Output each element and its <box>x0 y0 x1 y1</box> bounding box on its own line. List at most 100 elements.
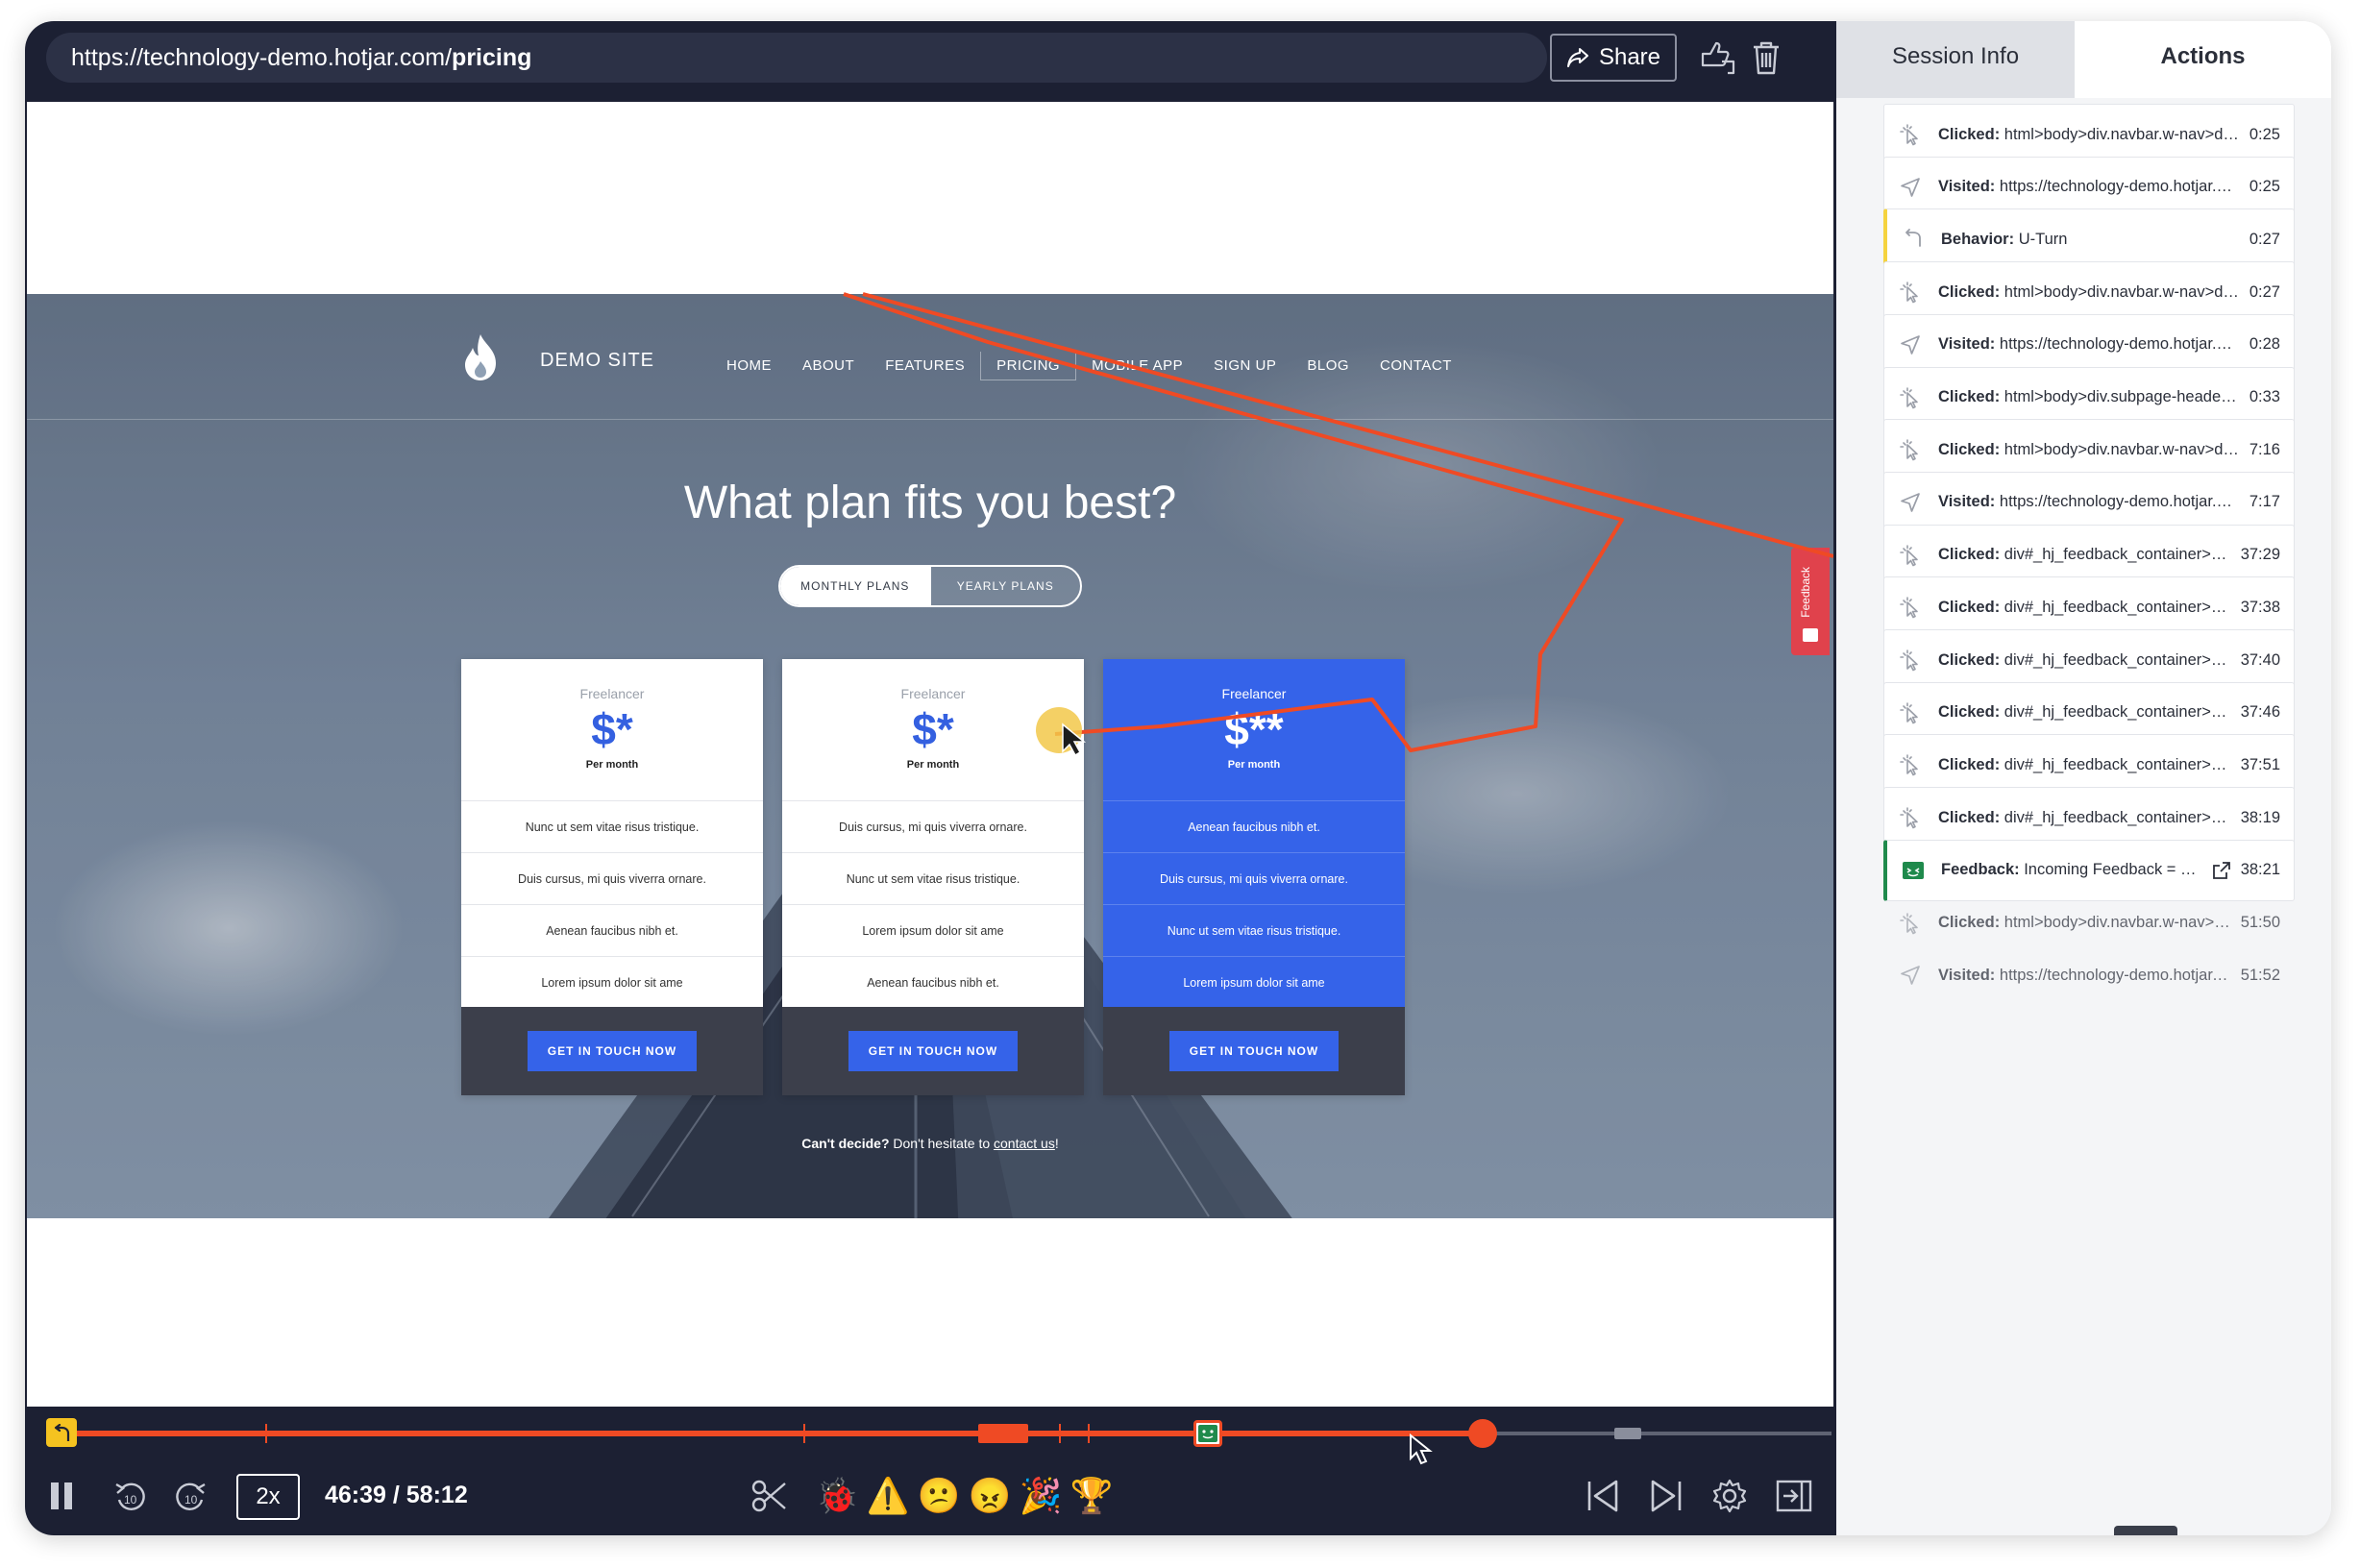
site-nav-item[interactable]: PRICING <box>980 352 1077 380</box>
action-detail: Incoming Feedback = Love <box>2024 861 2204 879</box>
action-text: Clicked: html>body>div.navbar.w-nav>div.… <box>1938 914 2231 932</box>
action-label: Visited: <box>1938 178 1996 196</box>
site-logo-text[interactable]: DEMO SITE <box>540 350 654 372</box>
action-label: Visited: <box>1938 335 1996 354</box>
collapse-panel-button[interactable] <box>1772 1472 1816 1520</box>
action-timestamp: 0:25 <box>2249 178 2280 196</box>
share-icon <box>1566 48 1588 67</box>
action-item-visit[interactable]: Visited: https://technology-demo.hotjar.… <box>1883 944 2295 1006</box>
action-timestamp: 38:19 <box>2240 808 2280 826</box>
card-header: Freelancer $* Per month <box>461 659 763 801</box>
party-popper-icon[interactable]: 🎉 <box>1019 1474 1063 1518</box>
action-label: Clicked: <box>1938 440 2001 458</box>
plan-feature: Duis cursus, mi quis viverra ornare. <box>461 853 763 905</box>
playback-controls: 10 10 2x 46:39 / 58:12 🐞 ⚠️ 😕 😠 🎉 🏆 <box>25 1462 1836 1535</box>
plan-feature: Nunc ut sem vitae risus tristique. <box>782 853 1084 905</box>
playback-timeline[interactable] <box>25 1414 1836 1465</box>
settings-button[interactable] <box>1709 1472 1751 1520</box>
tab-actions[interactable]: Actions <box>2075 21 2331 98</box>
recording-player: https://technology-demo.hotjar.com/prici… <box>25 21 1836 1535</box>
skip-next-icon <box>1651 1480 1682 1512</box>
action-text: Behavior: U-Turn <box>1941 231 2240 249</box>
next-session-button[interactable] <box>1645 1472 1687 1520</box>
contact-us-link[interactable]: contact us <box>994 1136 1055 1151</box>
get-in-touch-button[interactable]: GET IN TOUCH NOW <box>1169 1031 1339 1071</box>
action-detail: https://technology-demo.hotjar.co... <box>1999 178 2240 196</box>
trophy-icon[interactable]: 🏆 <box>1069 1474 1114 1518</box>
external-link-icon[interactable] <box>2212 861 2231 880</box>
click-icon <box>1898 543 1923 568</box>
bug-icon[interactable]: 🐞 <box>815 1474 859 1518</box>
site-nav-item[interactable]: CONTACT <box>1364 352 1467 380</box>
delete-button[interactable] <box>1745 37 1787 79</box>
action-detail: U-Turn <box>2018 230 2068 248</box>
feedback-widget-tab[interactable]: Feedback <box>1791 548 1830 655</box>
session-side-panel: Session Info Actions Clicked: html>body>… <box>1836 21 2331 1535</box>
time-readout: 46:39 / 58:12 <box>325 1482 468 1508</box>
plan-price: $* <box>591 704 633 754</box>
action-timestamp: 7:16 <box>2249 440 2280 458</box>
site-nav-item[interactable]: HOME <box>711 352 787 380</box>
warning-icon[interactable]: ⚠️ <box>866 1474 910 1518</box>
rewind-10-button[interactable]: 10 <box>108 1472 152 1520</box>
get-in-touch-button[interactable]: GET IN TOUCH NOW <box>848 1031 1018 1071</box>
action-label: Clicked: <box>1938 125 2001 143</box>
timeline-event-tick[interactable] <box>1059 1424 1061 1443</box>
action-text: Clicked: html>body>div.subpage-header.s.… <box>1938 388 2240 406</box>
site-nav-item[interactable]: FEATURES <box>870 352 980 380</box>
visit-navigation-icon <box>1898 963 1923 988</box>
action-timestamp: 37:51 <box>2240 755 2280 773</box>
nav-divider <box>27 419 1833 420</box>
confused-face-icon[interactable]: 😕 <box>917 1474 961 1518</box>
action-detail: https://technology-demo.hotjar.co... <box>1999 493 2240 511</box>
action-detail: div#_hj_feedback_container>div... <box>2004 546 2231 564</box>
click-icon <box>1898 437 1923 462</box>
timeline-event-tick[interactable] <box>265 1424 267 1443</box>
action-timestamp: 0:27 <box>2249 230 2280 248</box>
site-nav-item[interactable]: SIGN UP <box>1198 352 1291 380</box>
site-nav-item[interactable]: BLOG <box>1291 352 1364 380</box>
scissors-icon <box>751 1480 786 1512</box>
action-label: Clicked: <box>1938 388 2001 405</box>
action-label: Behavior: <box>1941 230 2015 248</box>
action-label: Clicked: <box>1938 755 2001 773</box>
get-in-touch-button[interactable]: GET IN TOUCH NOW <box>528 1031 697 1071</box>
action-text: Clicked: html>body>div.navbar.w-nav>div.… <box>1938 126 2240 144</box>
action-label: Visited: <box>1938 966 1996 984</box>
monthly-plans-toggle[interactable]: MONTHLY PLANS <box>780 567 930 605</box>
action-label: Clicked: <box>1938 650 2001 669</box>
angry-face-icon[interactable]: 😠 <box>968 1474 1012 1518</box>
action-timestamp: 51:52 <box>2240 966 2280 984</box>
action-detail: html>body>div.subpage-header.s... <box>2004 388 2240 405</box>
pause-button[interactable] <box>42 1472 81 1520</box>
clip-button[interactable] <box>746 1472 794 1520</box>
panel-tabs: Session Info Actions <box>1836 21 2331 98</box>
timeline-event-cluster[interactable] <box>978 1424 1028 1443</box>
action-timestamp: 0:28 <box>2249 335 2280 354</box>
thumbs-icon-button[interactable] <box>1697 37 1739 79</box>
tab-session-info[interactable]: Session Info <box>1836 21 2075 98</box>
timeline-feedback-marker[interactable] <box>1193 1420 1222 1447</box>
skip-back-marker[interactable] <box>46 1418 77 1447</box>
panel-collapse-icon <box>1776 1480 1812 1512</box>
forward-10-button[interactable]: 10 <box>169 1472 213 1520</box>
previous-session-button[interactable] <box>1582 1472 1624 1520</box>
site-nav-item[interactable]: MOBILE APP <box>1076 352 1198 380</box>
actions-list[interactable]: Clicked: html>body>div.navbar.w-nav>div.… <box>1836 98 2331 1535</box>
timeline-event-tick[interactable] <box>803 1424 805 1443</box>
gear-icon <box>1712 1479 1747 1513</box>
share-button[interactable]: Share <box>1550 34 1677 82</box>
click-icon <box>1898 122 1923 147</box>
timeline-event-tick[interactable] <box>1088 1424 1090 1443</box>
click-icon <box>1898 700 1923 725</box>
action-detail: div#_hj_feedback_container>div... <box>2004 598 2231 616</box>
action-label: Clicked: <box>1938 598 2001 616</box>
site-nav-item[interactable]: ABOUT <box>787 352 870 380</box>
plan-feature: Lorem ipsum dolor sit ame <box>782 905 1084 957</box>
playback-speed-button[interactable]: 2x <box>236 1474 300 1520</box>
visit-navigation-icon <box>1898 490 1923 515</box>
action-detail: html>body>div.navbar.w-nav>div... <box>2004 440 2240 458</box>
timeline-scrubber-handle[interactable] <box>1467 1419 1497 1448</box>
yearly-plans-toggle[interactable]: YEARLY PLANS <box>929 567 1080 605</box>
plan-feature: Aenean faucibus nibh et. <box>461 905 763 957</box>
